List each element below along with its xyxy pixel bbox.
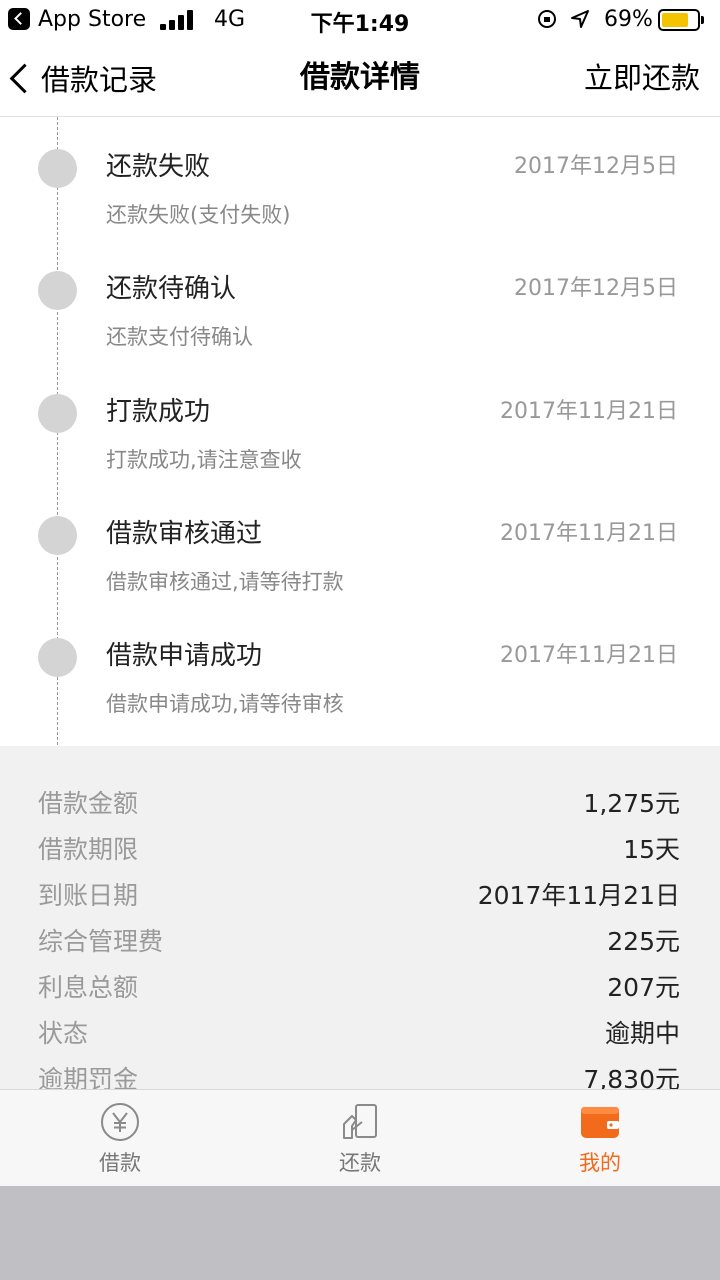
bottom-blank-area: [0, 1186, 720, 1280]
rotation-lock-icon: [538, 10, 556, 28]
timeline-item-desc: 还款失败(支付失败): [106, 203, 291, 227]
tab-mine[interactable]: 我的: [480, 1090, 720, 1187]
detail-label: 逾期罚金: [38, 1065, 139, 1089]
timeline-item-date: 2017年11月21日: [500, 643, 678, 668]
timeline-item-date: 2017年11月21日: [500, 521, 678, 546]
timeline-item: 借款审核通过 2017年11月21日 借款审核通过,请等待打款: [0, 500, 720, 620]
detail-row-amount: 借款金额 1,275元: [38, 782, 680, 826]
battery-percent: 69%: [604, 7, 653, 32]
timeline-item: 还款失败 2017年12月5日 还款失败(支付失败): [0, 133, 720, 253]
timeline-dot: [38, 394, 77, 433]
location-icon: [571, 10, 589, 28]
detail-row-management-fee: 综合管理费 225元: [38, 920, 680, 964]
tab-label: 我的: [579, 1151, 621, 1175]
timeline-item-title: 借款审核通过: [106, 519, 263, 549]
timeline-item-date: 2017年12月5日: [514, 276, 678, 301]
repay-card-icon: [343, 1104, 377, 1139]
yuan-coin-icon: [101, 1103, 139, 1141]
tab-loan[interactable]: 借款: [0, 1090, 240, 1187]
detail-value: 1,275元: [583, 789, 680, 818]
status-bar: App Store 4G 下午1:49 69%: [0, 0, 720, 40]
timeline-dot: [38, 516, 77, 555]
detail-value: 2017年11月21日: [477, 881, 680, 910]
detail-row-term: 借款期限 15天: [38, 828, 680, 872]
timeline-dot: [38, 638, 77, 677]
timeline-item-date: 2017年12月5日: [514, 154, 678, 179]
timeline-item: 打款成功 2017年11月21日 打款成功,请注意查收: [0, 378, 720, 498]
repay-now-button[interactable]: 立即还款: [584, 56, 700, 100]
timeline-item-title: 还款待确认: [106, 274, 237, 304]
detail-label: 借款期限: [38, 835, 139, 864]
timeline-dot: [38, 149, 77, 188]
timeline-item-title: 还款失败: [106, 152, 211, 182]
nav-bar: 借款记录 借款详情 立即还款: [0, 40, 720, 117]
detail-row-penalty: 逾期罚金 7,830元: [38, 1058, 680, 1089]
tab-label: 借款: [99, 1151, 141, 1175]
tab-repay[interactable]: 还款: [240, 1090, 480, 1187]
loan-details[interactable]: 借款金额 1,275元 借款期限 15天 到账日期 2017年11月21日 综合…: [0, 746, 720, 1089]
timeline-item: 借款申请成功 2017年11月21日 借款申请成功,请等待审核: [0, 622, 720, 742]
detail-value: 7,830元: [583, 1065, 680, 1089]
detail-value: 15天: [623, 835, 680, 864]
detail-value: 逾期中: [604, 1019, 680, 1048]
timeline-item-desc: 借款审核通过,请等待打款: [106, 570, 344, 594]
timeline-item-desc: 还款支付待确认: [106, 325, 253, 349]
detail-row-status: 状态 逾期中: [38, 1012, 680, 1056]
detail-label: 综合管理费: [38, 927, 164, 956]
timeline-item-date: 2017年11月21日: [500, 399, 678, 424]
detail-value: 225元: [607, 927, 680, 956]
detail-label: 借款金额: [38, 789, 139, 818]
detail-label: 状态: [38, 1019, 89, 1048]
tab-bar: 借款 还款 我的: [0, 1089, 720, 1186]
timeline-item-title: 打款成功: [106, 397, 211, 427]
detail-value: 207元: [607, 973, 680, 1002]
detail-row-arrival-date: 到账日期 2017年11月21日: [38, 874, 680, 918]
battery-icon: [658, 9, 704, 31]
timeline-dot: [38, 271, 77, 310]
timeline-item-title: 借款申请成功: [106, 641, 263, 671]
loan-timeline: 还款失败 2017年12月5日 还款失败(支付失败) 还款待确认 2017年12…: [0, 117, 720, 746]
timeline-item-desc: 借款申请成功,请等待审核: [106, 692, 344, 716]
timeline-item-desc: 打款成功,请注意查收: [106, 448, 302, 472]
tab-label: 还款: [339, 1151, 381, 1175]
detail-label: 到账日期: [38, 881, 139, 910]
timeline-item: 还款待确认 2017年12月5日 还款支付待确认: [0, 255, 720, 375]
detail-row-interest: 利息总额 207元: [38, 966, 680, 1010]
detail-label: 利息总额: [38, 973, 139, 1002]
wallet-icon: [581, 1107, 619, 1138]
